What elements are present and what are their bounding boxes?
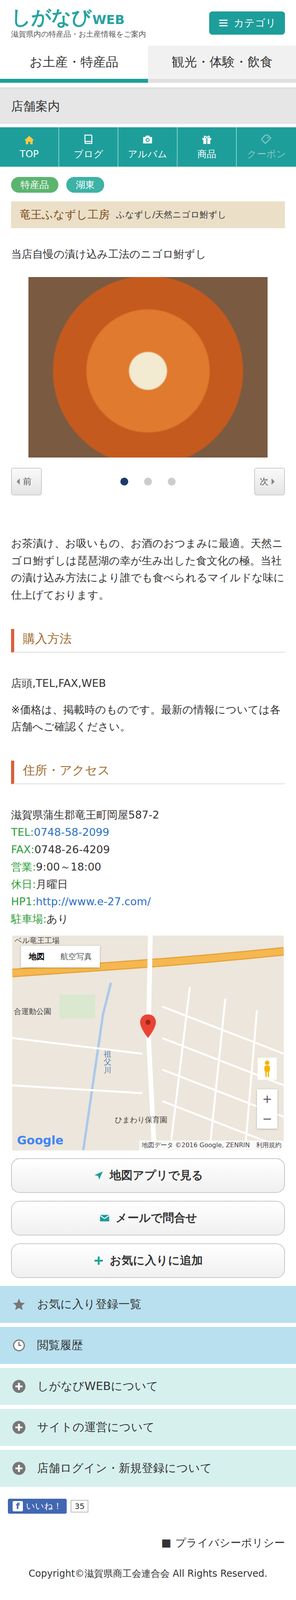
tab[interactable]: お土産・特産品 [0,45,148,83]
access-line: 滋賀県蒲生郡竜王町岡屋587-2 [11,807,285,825]
zoom-in-button[interactable]: + [256,1090,278,1111]
access-value: 月曜日 [35,879,68,892]
map-type-switch: 地図航空写真 [20,947,100,969]
map-type-button[interactable]: 航空写真 [52,947,100,969]
slider-dots [120,478,176,487]
tagline: 滋賀県内の特産品・お土産情報をご案内 [11,29,147,40]
access-line: TEL:0748-58-2099 [11,824,285,843]
menu-row[interactable]: しがなびWEBについて [0,1369,296,1407]
plus-circle-icon [11,1381,27,1396]
plus-circle-icon [11,1422,27,1437]
nav-item[interactable]: クーポン [236,127,296,167]
access-line: FAX:0748-26-4209 [11,842,285,860]
access-line: 営業:9:00～18:00 [11,859,285,877]
access-heading: 住所・アクセス [11,761,285,786]
access-line: 駐車場:あり [11,911,285,930]
nav-item[interactable]: TOP [0,127,60,167]
nav-item[interactable]: アルバム [118,127,178,167]
logo[interactable]: しがなびWEB [11,6,147,29]
map-attribution: 地図データ ©2016 Google, ZENRIN利用規約 [139,1142,284,1153]
tag[interactable]: 湖東 [66,177,105,193]
category-button[interactable]: カテゴリ [209,11,285,35]
access-value: あり [46,914,69,927]
tabs: お土産・特産品観光・体験・飲食 [0,45,296,83]
menu-row[interactable]: サイトの運営について [0,1410,296,1449]
access-line: 休日:月曜日 [11,876,285,895]
camera-icon [141,133,154,146]
section-title: 店舗案内 [0,87,296,125]
access-value[interactable]: 0748-58-2099 [33,827,110,840]
access-value: 滋賀県蒲生郡竜王町岡屋587-2 [11,809,160,823]
home-icon [23,134,36,147]
shop-nav: TOPブログアルバム商品クーポン [0,127,296,167]
nav-item[interactable]: 商品 [177,127,237,167]
slider-dot[interactable] [167,478,176,487]
nav-item[interactable]: ブログ [59,127,119,167]
gift-icon [200,133,213,146]
map-type-button[interactable]: 地図 [20,947,53,969]
brand[interactable]: しがなびWEB滋賀県内の特産品・お土産情報をご案内 [11,6,147,40]
menu-icon [217,17,229,29]
plus-circle-icon [11,1463,27,1478]
purchase-heading: 購入方法 [11,629,285,654]
slider-dot[interactable] [144,478,152,487]
location-arrow-icon [93,1171,105,1183]
menu-row[interactable]: 店舗ログイン・新規登録について [0,1451,296,1490]
map-pin-icon[interactable] [140,1015,156,1040]
tab[interactable]: 観光・体験・飲食 [148,45,296,83]
prev-button[interactable]: 前 [11,468,42,497]
book-icon [82,133,95,146]
description: お茶漬け、お吸いもの、お酒のおつまみに最適。天然ニゴロ鮒ずしは琵琶湖の幸が生み出… [11,535,285,605]
like-count: 35 [70,1502,89,1515]
map[interactable]: 地図航空写真ベル竜王工場合運動公園ひまわり保育園 祖父川 +− Google 地図データ… [12,936,284,1153]
access-info: 滋賀県蒲生郡竜王町岡屋587-2TEL:0748-58-2099FAX:0748… [11,807,285,930]
map-label: ベル竜王工場 [14,936,60,948]
google-logo: Google [16,1135,64,1149]
action-button[interactable]: お気に入りに追加 [11,1245,285,1280]
shop-title: 竜王ふなずし工房ふなずし/天然ニゴロ鮒ずし [11,201,285,229]
clock-icon [11,1340,27,1355]
ticket-icon [260,133,273,146]
copyright: Copyright©滋賀県商工会連合会 All Rights Reserved. [0,1569,296,1599]
facebook-like: fいいね！35 [7,1500,289,1516]
star-icon [11,1299,27,1314]
envelope-icon [99,1214,111,1226]
page: しがなびWEB滋賀県内の特産品・お土産情報をご案内 カテゴリお土産・特産品観光・体… [0,0,296,1600]
action-buttons: 地図アプリで見るメールで問合せお気に入りに追加 [11,1159,285,1280]
shop-photo [28,277,268,459]
catch-copy: 当店自慢の漬け込み工法のニゴロ鮒ずし [11,247,285,262]
access-value: 0748-26-4209 [34,844,110,857]
slider-controls: 前次 [11,468,285,497]
action-button[interactable]: 地図アプリで見る [11,1159,285,1195]
access-line: HP1:http://www.e-27.com/ [11,894,285,912]
menu-row[interactable]: 閲覧履歴 [0,1328,296,1366]
purchase-methods: 店頭,TEL,FAX,WEB [11,675,285,693]
next-button[interactable]: 次 [254,468,285,497]
pegman-icon[interactable] [257,1059,277,1082]
zoom-control: +− [256,1090,278,1131]
menu-row[interactable]: お気に入り登録一覧 [0,1287,296,1325]
access-value[interactable]: http://www.e-27.com/ [35,896,151,909]
map-label: 合運動公園 [13,1007,52,1019]
tag[interactable]: 特産品 [11,177,59,193]
like-button[interactable]: fいいね！ [7,1500,67,1516]
zoom-out-button[interactable]: − [256,1110,278,1131]
slider-dot[interactable] [120,478,129,487]
plus-icon [93,1257,105,1269]
footer-menu: お気に入り登録一覧閲覧履歴しがなびWEBについてサイトの運営について店舗ログイン… [0,1287,296,1490]
privacy-link[interactable]: ■プライバシーポリシー [11,1538,285,1553]
header: しがなびWEB滋賀県内の特産品・お土産情報をご案内 カテゴリ [0,0,296,46]
action-button[interactable]: メールで問合せ [11,1202,285,1238]
terms-link[interactable]: 利用規約 [256,1142,282,1151]
access-value: 9:00～18:00 [35,861,102,875]
tags: 特産品湖東 [0,166,296,202]
map-label: ひまわり保育園 [114,1116,168,1127]
price-note: ※価格は、掲載時のものです。最新の情報については各店舗へご確認ください。 [11,702,285,737]
river-label: 祖父川 [103,1051,112,1077]
